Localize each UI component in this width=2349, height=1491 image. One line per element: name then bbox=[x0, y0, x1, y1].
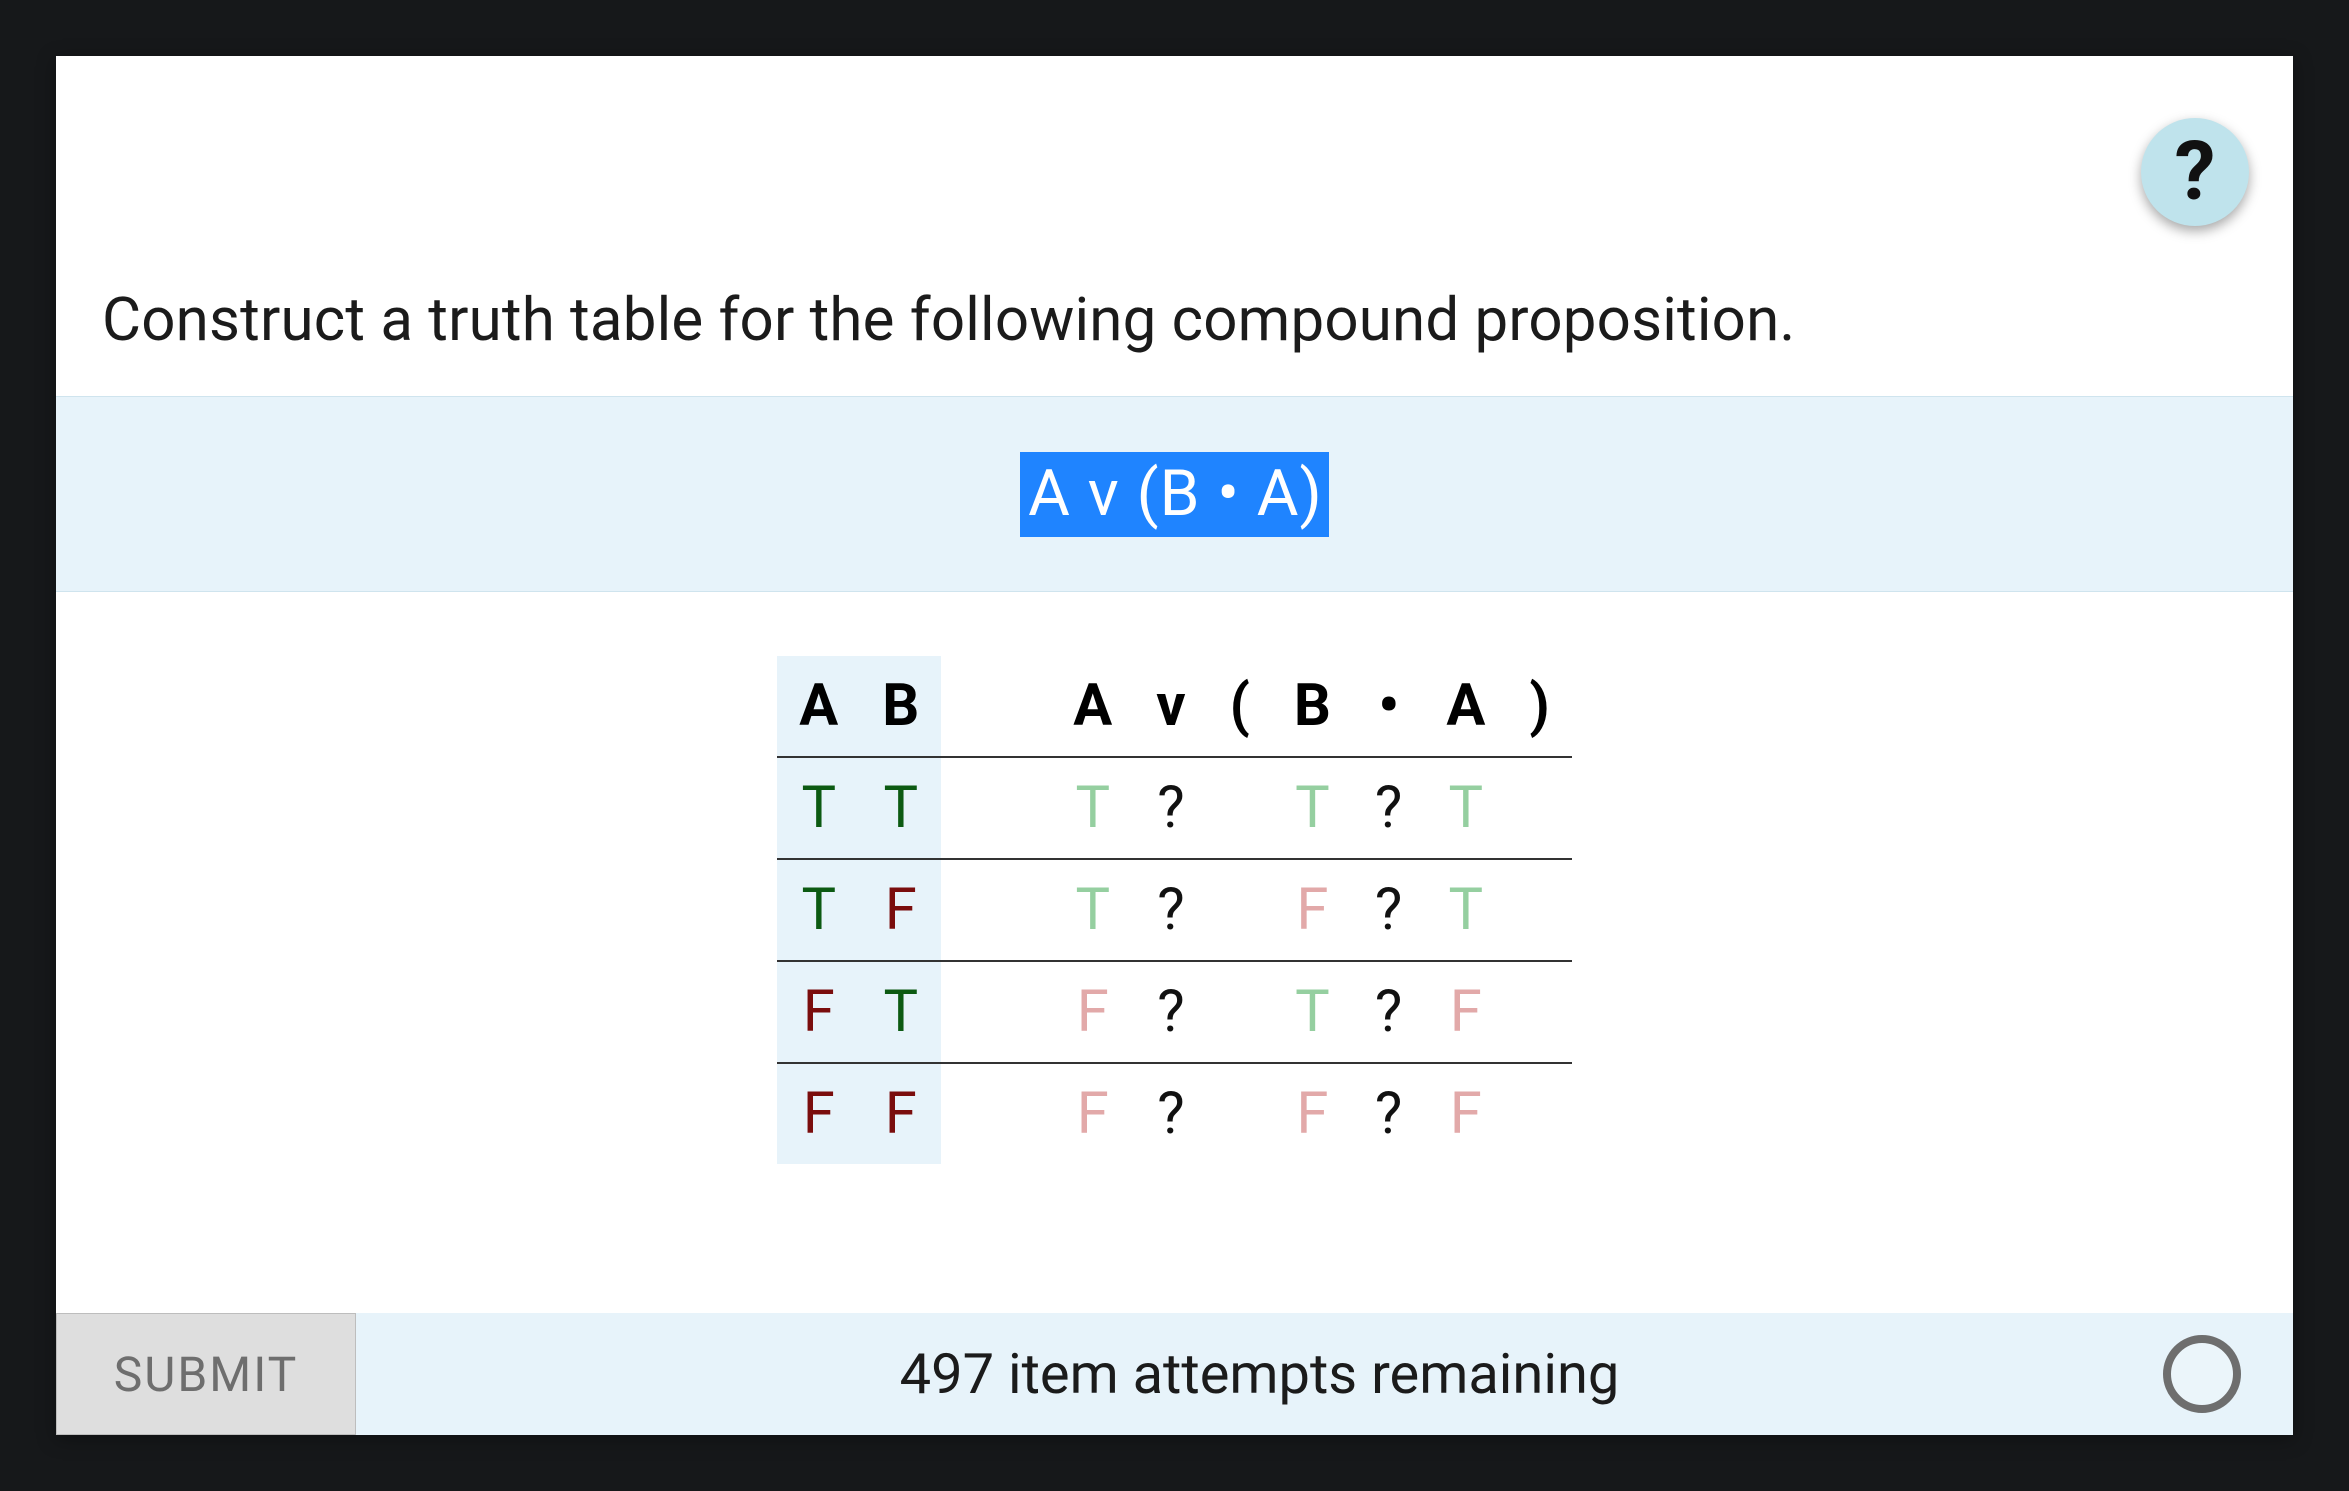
answer-cell[interactable]: ? bbox=[1353, 859, 1424, 961]
expr-cell: T bbox=[1424, 859, 1507, 961]
truth-table-wrap: ABAv(B•A) TTT?T?TTFT?F?TFTF?T?FFFF?F?F bbox=[56, 656, 2293, 1164]
expr-cell bbox=[1507, 1063, 1571, 1164]
var-cell: T bbox=[777, 859, 860, 961]
table-row: FTF?T?F bbox=[777, 961, 1571, 1063]
gap bbox=[941, 859, 1051, 961]
attempts-remaining: 497 item attempts remaining bbox=[356, 1341, 2163, 1407]
expr-cell bbox=[1507, 961, 1571, 1063]
submit-label: SUBMIT bbox=[114, 1346, 298, 1403]
expr-cell: T bbox=[1051, 757, 1134, 859]
footer-bar: SUBMIT 497 item attempts remaining bbox=[56, 1313, 2293, 1435]
progress-circle-icon bbox=[2163, 1335, 2241, 1413]
answer-cell[interactable]: ? bbox=[1353, 757, 1424, 859]
answer-cell[interactable]: ? bbox=[1353, 961, 1424, 1063]
var-cell: F bbox=[777, 961, 860, 1063]
expr-cell: F bbox=[1424, 961, 1507, 1063]
expr-cell: F bbox=[1051, 1063, 1134, 1164]
var-cell: F bbox=[860, 1063, 941, 1164]
expr-cell: F bbox=[1051, 961, 1134, 1063]
var-cell: T bbox=[860, 757, 941, 859]
table-row: TTT?T?T bbox=[777, 757, 1571, 859]
expr-cell: T bbox=[1272, 961, 1353, 1063]
expr-header: • bbox=[1353, 656, 1424, 757]
expr-header: ( bbox=[1208, 656, 1272, 757]
table-row: FFF?F?F bbox=[777, 1063, 1571, 1164]
expr-cell bbox=[1208, 1063, 1272, 1164]
var-header: B bbox=[860, 656, 941, 757]
question-card: ? Construct a truth table for the follow… bbox=[56, 56, 2293, 1435]
var-cell: F bbox=[777, 1063, 860, 1164]
expr-header: A bbox=[1424, 656, 1507, 757]
expr-header: ) bbox=[1507, 656, 1571, 757]
help-button[interactable]: ? bbox=[2141, 118, 2249, 226]
expr-cell: T bbox=[1424, 757, 1507, 859]
gap bbox=[941, 757, 1051, 859]
table-row: TFT?F?T bbox=[777, 859, 1571, 961]
var-cell: T bbox=[860, 961, 941, 1063]
answer-cell[interactable]: ? bbox=[1353, 1063, 1424, 1164]
expr-cell bbox=[1208, 859, 1272, 961]
expr-cell: T bbox=[1272, 757, 1353, 859]
expr-header: v bbox=[1134, 656, 1207, 757]
expr-header: B bbox=[1272, 656, 1353, 757]
help-icon: ? bbox=[2175, 124, 2216, 220]
expr-cell: F bbox=[1424, 1063, 1507, 1164]
expr-header: A bbox=[1051, 656, 1134, 757]
answer-cell[interactable]: ? bbox=[1134, 859, 1207, 961]
gap bbox=[941, 961, 1051, 1063]
formula-band: A v (B • A) bbox=[56, 396, 2293, 592]
var-cell: F bbox=[860, 859, 941, 961]
expr-cell bbox=[1507, 757, 1571, 859]
expr-cell: F bbox=[1272, 859, 1353, 961]
truth-table-body: TTT?T?TTFT?F?TFTF?T?FFFF?F?F bbox=[777, 757, 1571, 1164]
expr-cell bbox=[1507, 859, 1571, 961]
expr-cell: F bbox=[1272, 1063, 1353, 1164]
expr-cell: T bbox=[1051, 859, 1134, 961]
expr-cell bbox=[1208, 757, 1272, 859]
answer-cell[interactable]: ? bbox=[1134, 961, 1207, 1063]
question-prompt: Construct a truth table for the followin… bbox=[102, 284, 1795, 355]
var-header: A bbox=[777, 656, 860, 757]
truth-table: ABAv(B•A) TTT?T?TTFT?F?TFTF?T?FFFF?F?F bbox=[777, 656, 1571, 1164]
gap bbox=[941, 1063, 1051, 1164]
submit-button[interactable]: SUBMIT bbox=[56, 1313, 356, 1435]
answer-cell[interactable]: ? bbox=[1134, 1063, 1207, 1164]
gap bbox=[941, 656, 1051, 757]
answer-cell[interactable]: ? bbox=[1134, 757, 1207, 859]
var-cell: T bbox=[777, 757, 860, 859]
truth-table-head: ABAv(B•A) bbox=[777, 656, 1571, 757]
formula-highlight: A v (B • A) bbox=[1020, 452, 1329, 537]
expr-cell bbox=[1208, 961, 1272, 1063]
